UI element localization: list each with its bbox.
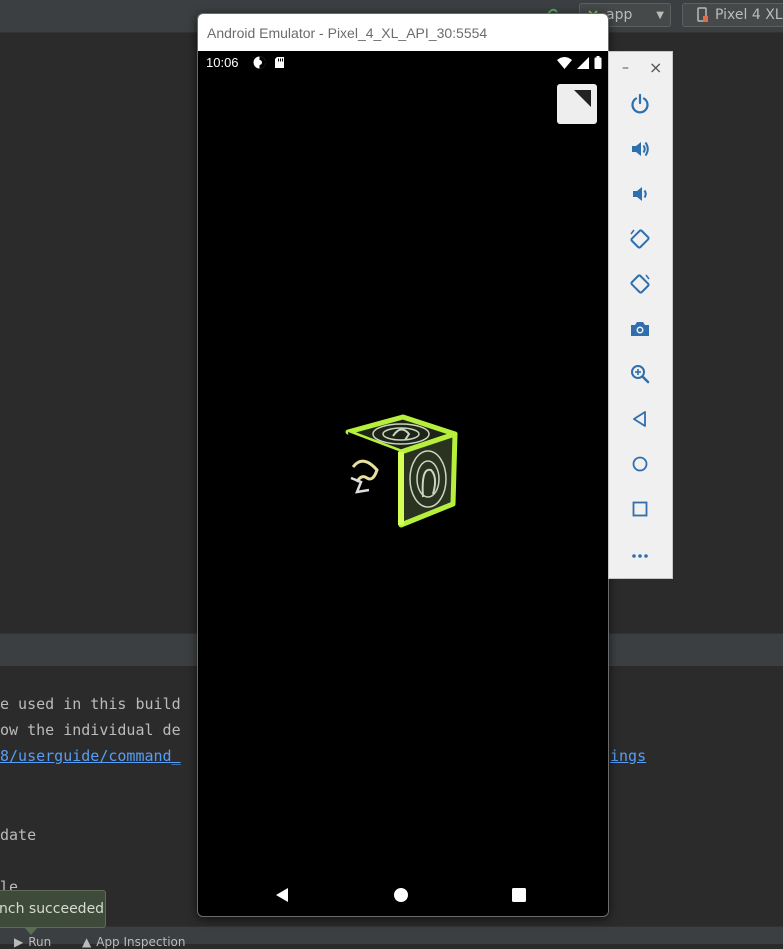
run-config-label: app <box>606 7 633 23</box>
emulator-title: Android Emulator - Pixel_4_XL_API_30:555… <box>207 24 488 41</box>
toast-text: nch succeeded <box>0 901 105 917</box>
nav-home-button[interactable] <box>388 882 414 908</box>
battery-icon <box>594 56 602 69</box>
device-icon <box>697 7 708 22</box>
overview-square-icon <box>512 888 526 902</box>
console-link[interactable]: 8/userguide/command_ <box>0 747 181 765</box>
tool-window-bar: ▶ Run ▲ App Inspection <box>0 926 783 949</box>
emulator-side-toolbar: – × <box>608 51 673 579</box>
home-icon <box>632 456 648 472</box>
overview-icon <box>632 501 648 517</box>
minimize-button[interactable]: – <box>622 60 629 76</box>
console-line: ow the individual de <box>0 721 181 739</box>
android-nav-bar <box>198 874 608 916</box>
emulator-title-bar[interactable]: Android Emulator - Pixel_4_XL_API_30:555… <box>198 14 608 51</box>
sd-card-icon <box>275 57 284 68</box>
zoom-icon <box>631 365 650 384</box>
play-icon: ▶ <box>14 935 24 949</box>
inspection-icon: ▲ <box>82 935 92 949</box>
camera-icon <box>631 322 649 336</box>
device-label: Pixel 4 XL <box>715 7 783 23</box>
nav-overview-button[interactable] <box>506 882 532 908</box>
console-line: date <box>0 826 37 844</box>
device-dropdown[interactable]: Pixel 4 XL <box>682 3 783 27</box>
back-button[interactable] <box>625 404 655 434</box>
more-button[interactable] <box>625 539 655 569</box>
zoom-button[interactable] <box>625 359 655 389</box>
status-time: 10:06 <box>206 55 239 70</box>
close-button[interactable]: × <box>649 58 662 77</box>
power-icon <box>631 93 649 114</box>
app-corner-button[interactable] <box>557 84 597 124</box>
volume-down-icon <box>633 187 647 201</box>
chevron-down-icon: ▼ <box>656 9 664 21</box>
notification-icon <box>253 56 266 69</box>
home-circle-icon <box>394 888 408 902</box>
console-link[interactable]: ings <box>610 747 646 765</box>
rotate-left-icon <box>630 229 650 249</box>
launch-toast[interactable]: nch succeeded <box>0 890 106 928</box>
screenshot-button[interactable] <box>625 314 655 344</box>
emulator-window: Android Emulator - Pixel_4_XL_API_30:555… <box>197 13 609 917</box>
back-triangle-icon <box>276 888 288 902</box>
signal-icon <box>577 56 589 69</box>
volume-up-icon <box>632 141 649 157</box>
tab-app-inspection[interactable]: ▲ App Inspection <box>82 935 185 949</box>
overview-button[interactable] <box>625 494 655 524</box>
rotate-right-icon <box>630 274 650 294</box>
rendered-cube <box>345 414 458 528</box>
console-line: e used in this build <box>0 695 181 713</box>
back-icon <box>633 411 646 427</box>
home-button[interactable] <box>625 449 655 479</box>
rotate-left-button[interactable] <box>625 224 655 254</box>
nav-back-button[interactable] <box>269 882 295 908</box>
android-status-bar: 10:06 <box>198 51 608 75</box>
tab-run[interactable]: ▶ Run <box>14 935 51 949</box>
power-button[interactable] <box>625 89 655 119</box>
volume-up-button[interactable] <box>625 134 655 164</box>
more-icon <box>632 554 648 558</box>
wifi-icon <box>557 56 572 69</box>
volume-down-button[interactable] <box>625 179 655 209</box>
rotate-right-button[interactable] <box>625 269 655 299</box>
corner-triangle-icon <box>574 90 591 107</box>
toast-pointer <box>24 927 38 935</box>
